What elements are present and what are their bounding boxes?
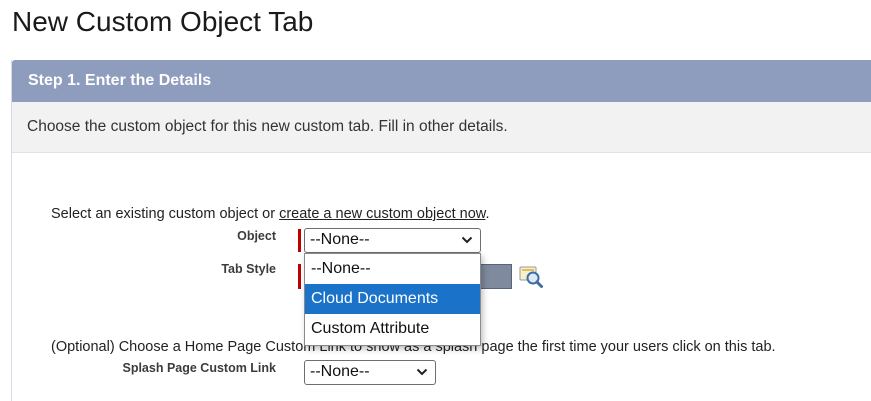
object-select-value: --None-- [310, 231, 370, 248]
intro-suffix: . [485, 206, 490, 222]
dropdown-option-cloud-documents[interactable]: Cloud Documents [305, 284, 480, 314]
object-select[interactable]: --None-- [304, 228, 481, 253]
create-custom-object-link[interactable]: create a new custom object now [279, 206, 485, 222]
dropdown-option-none[interactable]: --None-- [305, 254, 480, 284]
object-required-indicator [298, 229, 301, 252]
chevron-down-icon [416, 361, 428, 390]
lookup-magnifier-icon[interactable] [519, 265, 543, 289]
page: New Custom Object Tab Step 1. Enter the … [0, 0, 871, 401]
step-description: Choose the custom object for this new cu… [12, 102, 871, 153]
splash-link-select[interactable]: --None-- [304, 360, 436, 385]
splash-link-label: Splash Page Custom Link [122, 361, 276, 375]
tab-style-required-indicator [298, 264, 301, 289]
intro-text: Select an existing custom object or crea… [51, 206, 489, 222]
step-header: Step 1. Enter the Details [12, 60, 871, 102]
splash-link-select-value: --None-- [310, 363, 370, 380]
object-dropdown-list: --None-- Cloud Documents Custom Attribut… [304, 253, 481, 346]
dropdown-option-custom-attribute[interactable]: Custom Attribute [305, 314, 480, 344]
page-title: New Custom Object Tab [12, 6, 314, 37]
tab-style-swatch[interactable] [478, 264, 512, 289]
tab-style-label: Tab Style [221, 262, 276, 276]
object-label: Object [237, 229, 276, 243]
intro-label: Select an existing custom object or [51, 206, 280, 222]
